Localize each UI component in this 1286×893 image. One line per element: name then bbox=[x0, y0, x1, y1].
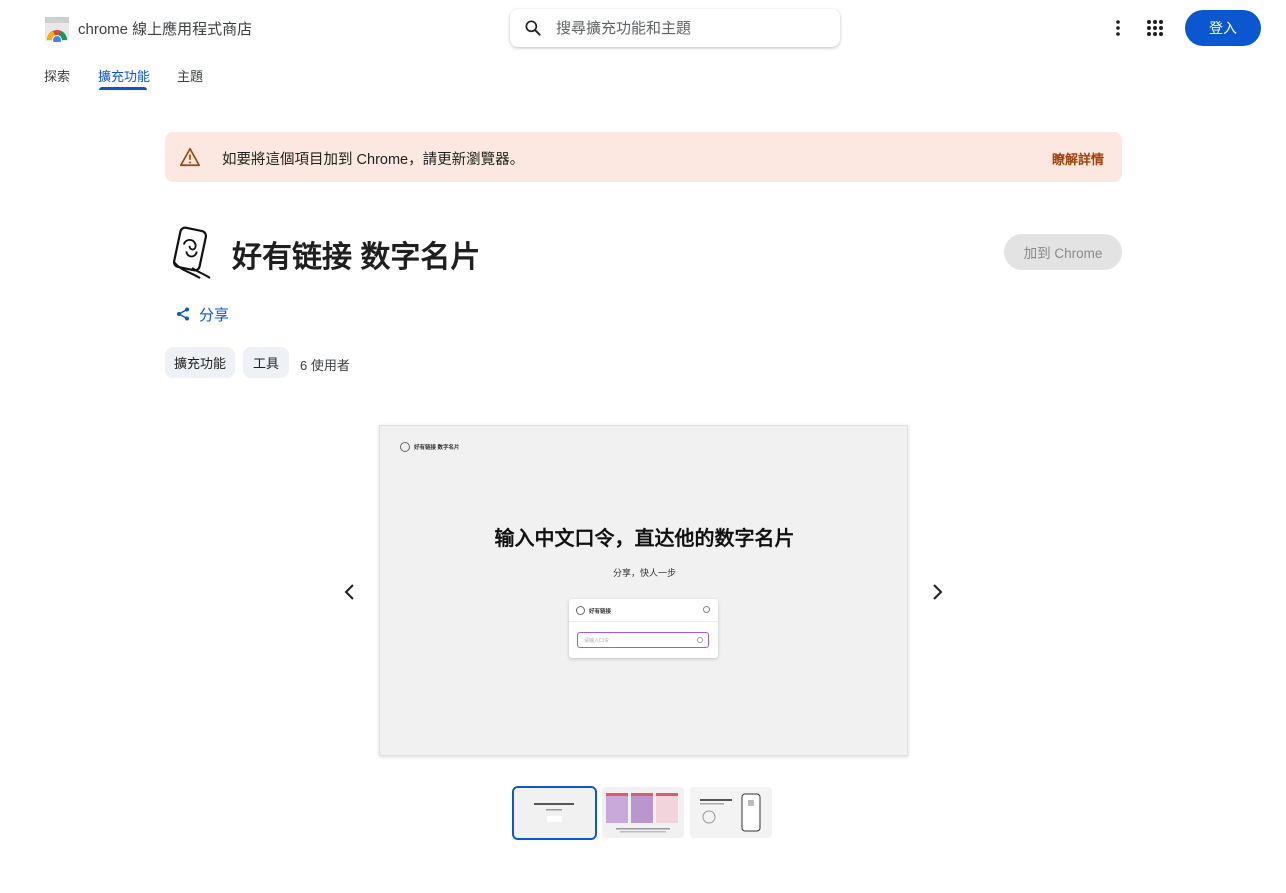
thumbnail-2-preview bbox=[602, 787, 684, 838]
carousel-next-icon[interactable] bbox=[925, 580, 949, 604]
learn-more-link[interactable]: 瞭解詳情 bbox=[1052, 149, 1104, 168]
search-icon bbox=[525, 20, 541, 36]
card-divider bbox=[569, 621, 718, 622]
thumbnail-3-preview bbox=[690, 787, 772, 838]
card-user-icon bbox=[703, 606, 710, 613]
slide-subhead: 分享，快人一步 bbox=[612, 568, 676, 578]
slide-brand: 好有链接 数字名片 bbox=[414, 445, 460, 451]
sign-in-button[interactable]: 登入 bbox=[1185, 10, 1261, 46]
share-icon bbox=[177, 307, 189, 321]
card-logo-icon bbox=[576, 606, 585, 615]
card-search-field: 请输入口令 bbox=[577, 632, 709, 648]
slide-popup-card: 好有链接 请输入口令 bbox=[569, 599, 718, 658]
more-options-icon[interactable] bbox=[1106, 16, 1130, 40]
thumbnail-3[interactable] bbox=[690, 787, 772, 838]
user-count: 6 使用者 bbox=[300, 358, 350, 373]
add-to-chrome-button[interactable]: 加到 Chrome bbox=[1004, 234, 1122, 270]
card-search-icon bbox=[697, 637, 703, 643]
thumbnail-2[interactable] bbox=[602, 787, 684, 838]
carousel-prev-icon[interactable] bbox=[338, 580, 362, 604]
card-input-placeholder: 请输入口令 bbox=[584, 638, 610, 644]
tab-explore[interactable]: 探索 bbox=[44, 66, 70, 85]
warning-icon bbox=[180, 147, 200, 167]
header: chrome 線上應用程式商店 登入 bbox=[0, 0, 1286, 56]
store-title[interactable]: chrome 線上應用程式商店 bbox=[78, 18, 252, 39]
extension-title: 好有链接 数字名片 bbox=[232, 241, 481, 274]
search-box[interactable] bbox=[510, 9, 840, 47]
share-button[interactable]: 分享 bbox=[175, 304, 229, 324]
card-brand: 好有链接 bbox=[589, 609, 612, 615]
chrome-web-store-logo-icon[interactable] bbox=[44, 16, 70, 42]
share-label: 分享 bbox=[199, 306, 230, 324]
slide-logo-icon bbox=[400, 442, 410, 452]
category-chip-extensions[interactable]: 擴充功能 bbox=[165, 347, 235, 378]
extension-logo-icon bbox=[172, 226, 211, 279]
google-apps-icon[interactable] bbox=[1143, 16, 1167, 40]
update-browser-banner: 如要將這個項目加到 Chrome，請更新瀏覽器。 瞭解詳情 bbox=[165, 132, 1122, 182]
tab-extensions[interactable]: 擴充功能 bbox=[98, 66, 150, 85]
banner-message: 如要將這個項目加到 Chrome，請更新瀏覽器。 bbox=[222, 152, 525, 168]
tab-themes[interactable]: 主題 bbox=[177, 66, 203, 85]
thumbnail-1-preview bbox=[514, 788, 595, 838]
screenshot-slide[interactable]: 好有链接 数字名片 输入中文口令，直达他的数字名片 分享，快人一步 好有链接 请… bbox=[379, 425, 908, 756]
active-tab-indicator bbox=[99, 87, 147, 90]
thumbnail-1[interactable] bbox=[512, 786, 597, 840]
category-chip-tools[interactable]: 工具 bbox=[243, 347, 289, 378]
search-input[interactable] bbox=[556, 9, 826, 47]
slide-headline: 输入中文口令，直达他的数字名片 bbox=[494, 528, 795, 550]
